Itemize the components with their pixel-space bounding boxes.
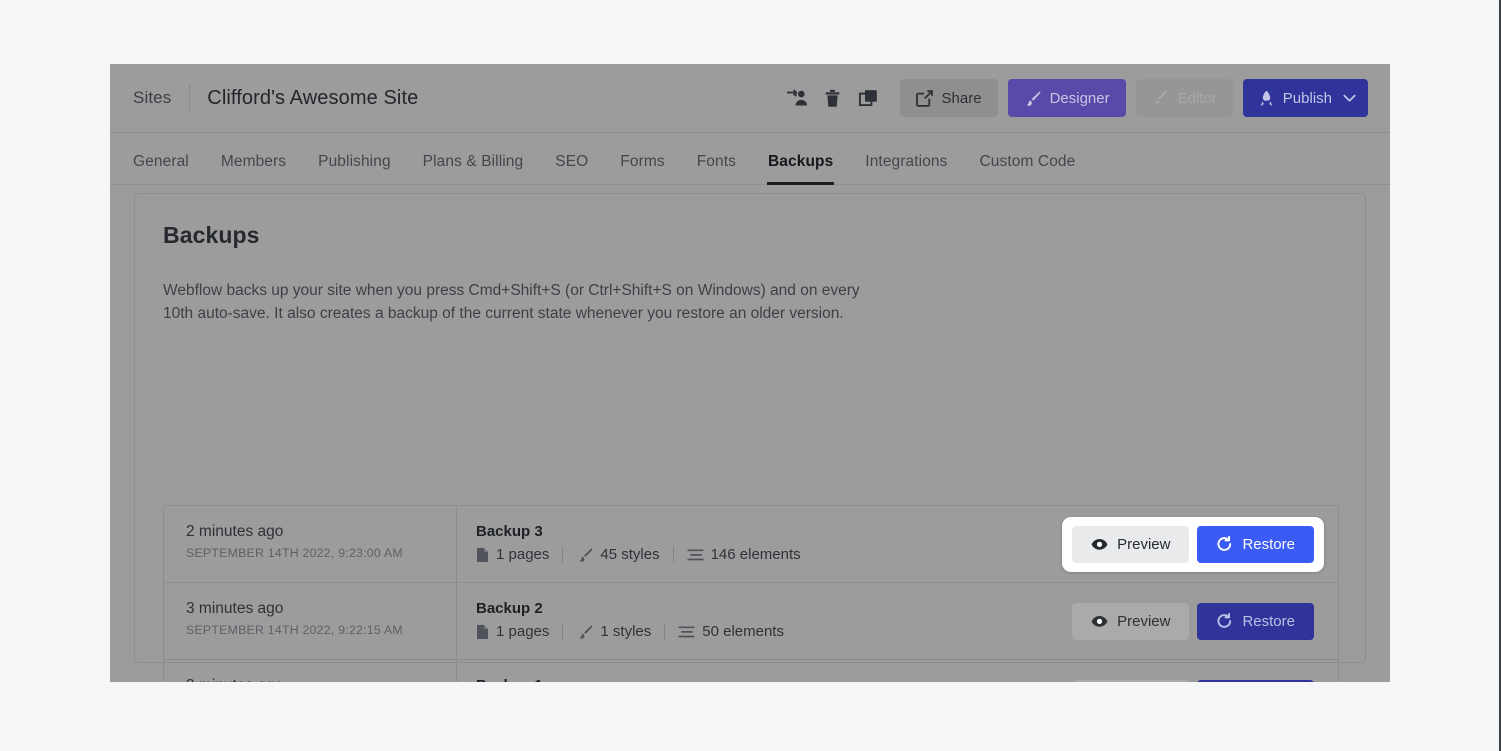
page-icon <box>477 547 488 562</box>
backup-relative-time: 2 minutes ago <box>186 523 284 540</box>
meta-divider <box>562 623 564 640</box>
backup-elements-label: 50 elements <box>702 623 784 640</box>
meta-divider <box>562 546 564 563</box>
editor-button[interactable]: Editor <box>1135 79 1233 117</box>
page-icon <box>477 624 488 639</box>
meta-divider <box>664 623 666 640</box>
backup-absolute-time: SEPTEMBER 14TH 2022, 9:23:00 AM <box>186 546 403 560</box>
backup-elements: 146 elements <box>686 546 801 563</box>
screen: Sites Clifford's Awesome Site Share Desi… <box>0 0 1501 751</box>
tab-plans-billing[interactable]: Plans & Billing <box>423 153 524 184</box>
backup-info-cell: Backup 2 1 pages 1 styles 50 elements <box>457 583 1062 659</box>
editor-button-label: Editor <box>1177 89 1217 107</box>
transfer-site-icon[interactable] <box>782 83 812 113</box>
brush-icon <box>579 624 593 639</box>
tab-custom-code[interactable]: Custom Code <box>980 153 1076 184</box>
share-button[interactable]: Share <box>899 79 998 117</box>
preview-button[interactable]: Preview <box>1072 680 1190 682</box>
site-title: Clifford's Awesome Site <box>207 86 419 109</box>
backup-styles: 1 styles <box>576 623 651 640</box>
designer-button[interactable]: Designer <box>1007 79 1126 117</box>
backup-meta-row: 1 pages 1 styles 50 elements <box>476 623 1062 640</box>
restore-icon <box>1217 536 1232 551</box>
backups-panel: Backups Webflow backs up your site when … <box>134 193 1366 682</box>
breadcrumb-divider <box>189 84 191 112</box>
trash-icon[interactable] <box>818 83 848 113</box>
share-button-label: Share <box>941 89 982 107</box>
backups-table: 2 minutes ago SEPTEMBER 14TH 2022, 9:23:… <box>163 505 1339 682</box>
backup-info-cell: Backup 3 1 pages 45 styles 146 elements <box>457 506 1062 582</box>
tab-integrations[interactable]: Integrations <box>865 153 947 184</box>
backup-actions-cell: Preview Restore <box>1062 583 1338 659</box>
tab-fonts[interactable]: Fonts <box>697 153 736 184</box>
eye-icon <box>1091 615 1108 627</box>
backup-styles: 45 styles <box>576 546 660 563</box>
restore-button[interactable]: Restore <box>1197 680 1314 682</box>
backup-info-cell: Backup 1 1 pages 1 styles <box>457 660 1062 682</box>
restore-button[interactable]: Restore <box>1197 602 1314 640</box>
backup-actions-group: Preview Restore <box>1062 671 1324 682</box>
preview-button-label: Preview <box>1117 612 1171 630</box>
preview-button[interactable]: Preview <box>1072 525 1190 563</box>
settings-tabs: General Members Publishing Plans & Billing S… <box>110 133 1390 185</box>
backup-timestamp-cell: 2 minutes ago SEPTEMBER 14TH 2022, 9:23:… <box>164 506 457 582</box>
brush-icon <box>579 547 593 562</box>
backup-actions-group: Preview Restore <box>1062 516 1324 572</box>
elements-icon <box>686 548 704 560</box>
duplicate-icon[interactable] <box>854 83 884 113</box>
restore-button[interactable]: Restore <box>1197 525 1314 563</box>
backup-styles-label: 45 styles <box>600 546 660 563</box>
backup-elements-label: 146 elements <box>710 546 801 563</box>
meta-divider <box>672 546 674 563</box>
designer-button-label: Designer <box>1049 89 1110 107</box>
backup-relative-time: 3 minutes ago <box>186 600 284 617</box>
backup-absolute-time: SEPTEMBER 14TH 2022, 9:22:15 AM <box>186 623 403 637</box>
panel-description: Webflow backs up your site when you pres… <box>163 282 860 322</box>
backup-timestamp-cell: 3 minutes ago SEPTEMBER 14TH 2022, 9:21:… <box>164 660 457 682</box>
breadcrumb-sites-link[interactable]: Sites <box>133 88 171 108</box>
restore-button-label: Restore <box>1242 535 1295 553</box>
eye-icon <box>1091 538 1108 550</box>
chevron-down-icon <box>1343 94 1356 102</box>
tab-forms[interactable]: Forms <box>620 153 664 184</box>
tab-seo[interactable]: SEO <box>555 153 588 184</box>
backup-pages: 1 pages <box>476 546 549 563</box>
table-row: 3 minutes ago SEPTEMBER 14TH 2022, 9:21:… <box>164 660 1338 682</box>
backup-pages-label: 1 pages <box>496 623 550 640</box>
restore-button-label: Restore <box>1242 612 1295 630</box>
backup-relative-time: 3 minutes ago <box>186 677 456 682</box>
backup-pages: 1 pages <box>476 623 549 640</box>
backup-name: Backup 3 <box>476 523 543 540</box>
table-row: 2 minutes ago SEPTEMBER 14TH 2022, 9:23:… <box>164 506 1338 583</box>
backup-timestamp-cell: 3 minutes ago SEPTEMBER 14TH 2022, 9:22:… <box>164 583 457 659</box>
preview-button[interactable]: Preview <box>1072 602 1190 640</box>
tab-general[interactable]: General <box>133 153 189 184</box>
backup-name: Backup 2 <box>476 600 543 617</box>
site-settings-window: Sites Clifford's Awesome Site Share Desi… <box>110 64 1390 682</box>
tab-publishing[interactable]: Publishing <box>318 153 391 184</box>
elements-icon <box>678 625 695 637</box>
preview-button-label: Preview <box>1117 535 1171 553</box>
backup-actions-cell: Preview Restore <box>1062 660 1338 682</box>
publish-button-label: Publish <box>1282 89 1332 107</box>
top-bar: Sites Clifford's Awesome Site Share Desi… <box>110 64 1390 133</box>
publish-button[interactable]: Publish <box>1242 79 1368 117</box>
restore-icon <box>1217 613 1232 628</box>
backup-styles-label: 1 styles <box>600 623 652 640</box>
page-title: Backups <box>163 222 260 248</box>
backup-name: Backup 1 <box>476 677 1062 682</box>
table-row: 3 minutes ago SEPTEMBER 14TH 2022, 9:22:… <box>164 583 1338 660</box>
tab-backups[interactable]: Backups <box>766 153 835 185</box>
backup-elements: 50 elements <box>678 623 784 640</box>
backup-pages-label: 1 pages <box>496 546 550 563</box>
backup-meta-row: 1 pages 45 styles 146 elements <box>476 546 1062 563</box>
backup-actions-cell: Preview Restore <box>1062 506 1338 582</box>
backup-actions-group: Preview Restore <box>1062 594 1324 649</box>
tab-members[interactable]: Members <box>221 153 286 184</box>
